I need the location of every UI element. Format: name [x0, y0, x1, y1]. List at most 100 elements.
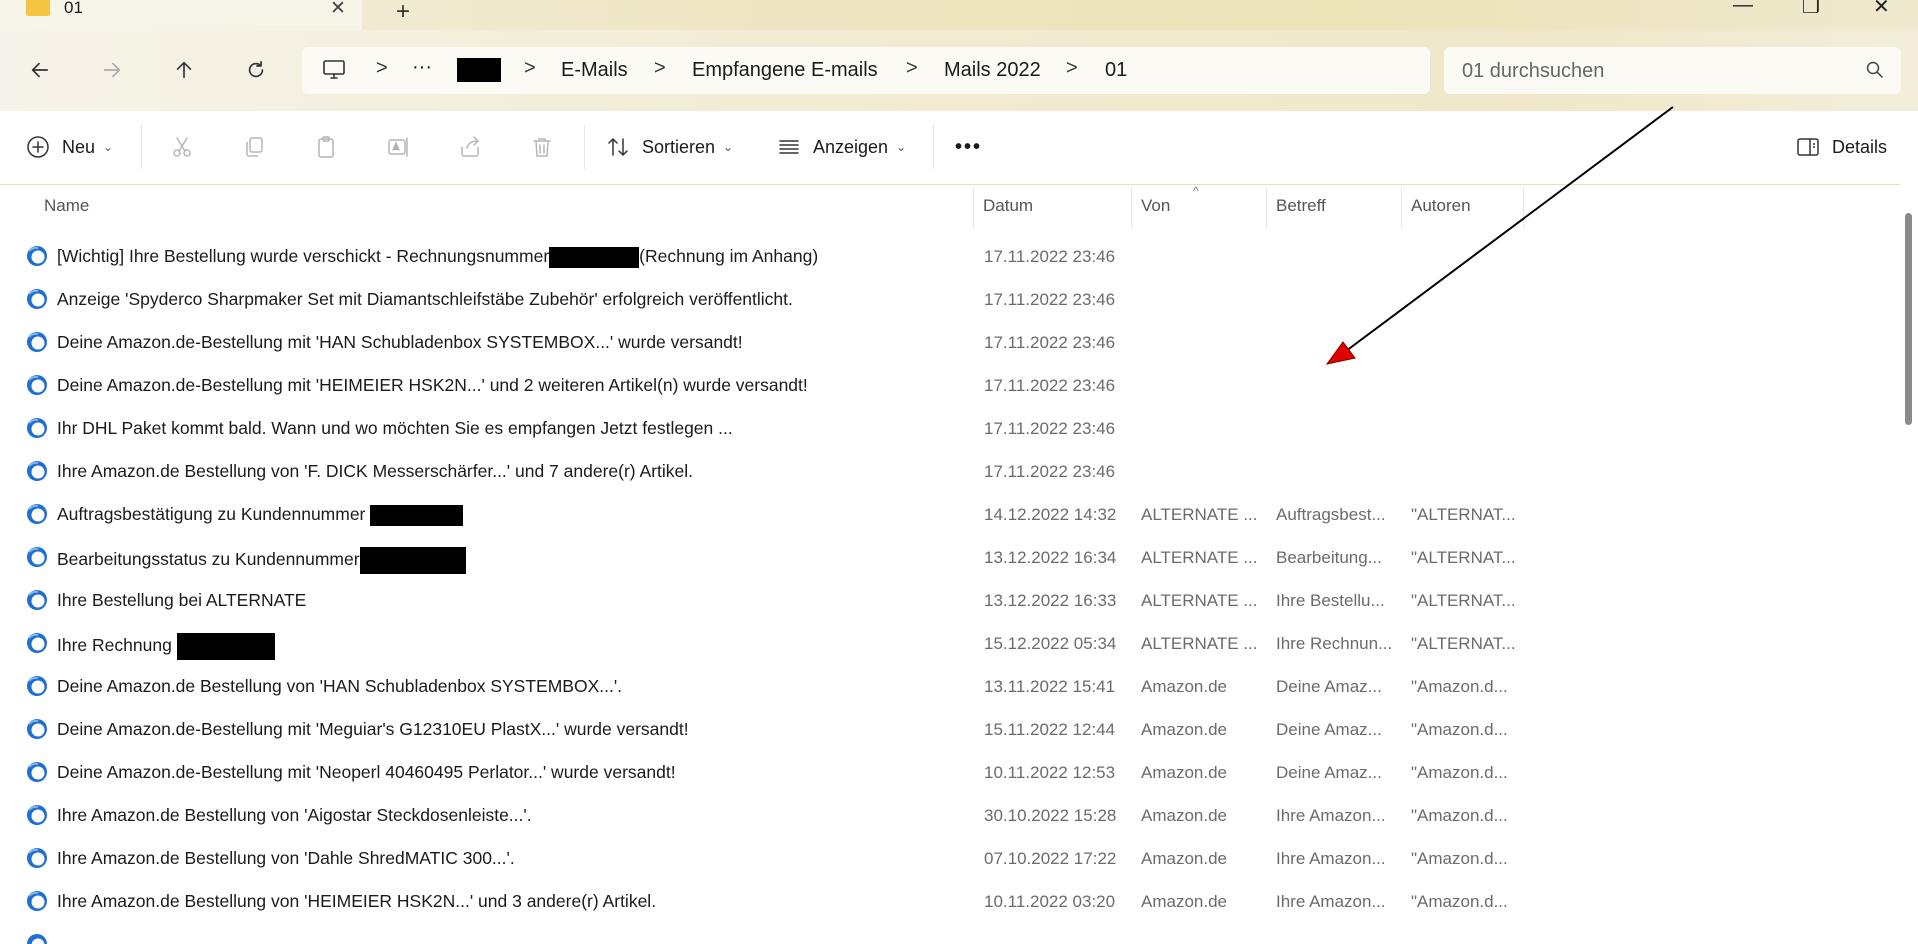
column-divider[interactable] [1131, 188, 1132, 228]
back-button[interactable] [22, 52, 58, 88]
from-cell: ALTERNATE ... [1141, 591, 1258, 611]
breadcrumb-ellipsis[interactable]: ··· [412, 56, 432, 79]
from-cell: Amazon.de [1141, 849, 1227, 869]
search-box[interactable] [1444, 47, 1901, 94]
scissors-icon [170, 135, 194, 159]
new-label: Neu [62, 137, 95, 158]
chevron-down-icon: ⌄ [103, 140, 113, 154]
breadcrumb-separator[interactable]: > [376, 57, 388, 80]
cut-button[interactable] [170, 129, 194, 165]
thunderbird-mail-icon [26, 890, 48, 912]
breadcrumb-separator[interactable]: > [654, 57, 666, 80]
list-item[interactable]: Ihre Rechnung 15.12.2022 05:34 ALTERNATE… [0, 623, 1900, 666]
list-item[interactable]: Deine Amazon.de Bestellung von 'HAN Schu… [0, 666, 1900, 709]
search-icon[interactable] [1865, 60, 1885, 80]
sort-label: Sortieren [642, 137, 715, 158]
new-tab-button[interactable]: + [396, 0, 410, 26]
list-item[interactable]: Ihre Amazon.de Bestellung von 'Dahle Shr… [0, 838, 1900, 881]
file-name: Ihre Amazon.de Bestellung von 'Dahle Shr… [57, 848, 515, 869]
from-cell: Amazon.de [1141, 763, 1227, 783]
date-cell: 10.11.2022 12:53 [984, 763, 1115, 783]
refresh-button[interactable] [238, 52, 274, 88]
from-cell: ALTERNATE ... [1141, 505, 1258, 525]
breadcrumb-empfangene[interactable]: Empfangene E-mails [692, 59, 878, 82]
new-button[interactable]: Neu ⌄ [26, 129, 113, 165]
list-item[interactable]: Anzeige 'Spyderco Sharpmaker Set mit Dia… [0, 279, 1900, 322]
list-item[interactable]: Ihre Amazon.de Bestellung von 'HEIMEIER … [0, 881, 1900, 924]
delete-button[interactable] [530, 129, 554, 165]
list-item[interactable]: [Wichtig] Ihre Bestellung wurde verschic… [0, 236, 1900, 279]
authors-cell: "ALTERNAT... [1411, 591, 1516, 611]
list-item[interactable]: Bearbeitungsstatus zu Kundennummer 13.12… [0, 537, 1900, 580]
file-name: Deine Amazon.de Bestellung von 'HAN Schu… [57, 676, 622, 697]
column-divider[interactable] [1523, 188, 1524, 228]
column-divider[interactable] [1401, 188, 1402, 228]
scrollbar-thumb[interactable] [1905, 213, 1912, 425]
forward-button[interactable] [94, 52, 130, 88]
subject-cell: Ihre Amazon... [1276, 849, 1386, 869]
column-header-row: Name Datum ^ Von Betreff Autoren [0, 184, 1900, 228]
tab-close-button[interactable]: ✕ [330, 0, 346, 20]
details-pane-icon [1796, 135, 1820, 159]
column-header-authors[interactable]: Autoren [1411, 196, 1471, 216]
file-list: [Wichtig] Ihre Bestellung wurde verschic… [0, 236, 1900, 944]
file-name: Deine Amazon.de-Bestellung mit 'Meguiar'… [57, 719, 689, 740]
subject-cell: Deine Amaz... [1276, 677, 1382, 697]
list-item[interactable]: Deine Amazon.de-Bestellung mit 'HAN Schu… [0, 322, 1900, 365]
thunderbird-mail-icon [26, 331, 48, 353]
divider [141, 125, 142, 169]
clipboard-icon [314, 135, 338, 159]
authors-cell: "ALTERNAT... [1411, 634, 1516, 654]
address-bar[interactable]: > ··· > E-Mails > Empfangene E-mails > M… [302, 47, 1430, 94]
list-item[interactable]: Auftragsbestätigung zu Kundennummer 14.1… [0, 494, 1900, 537]
list-item[interactable]: Deine Amazon.de-Bestellung mit 'HEIMEIER… [0, 365, 1900, 408]
list-item[interactable]: Deine Amazon.de-Bestellung mit 'Neoperl … [0, 752, 1900, 795]
column-header-from[interactable]: Von [1141, 196, 1170, 216]
thunderbird-mail-icon [26, 632, 48, 654]
copy-button[interactable] [242, 129, 266, 165]
list-item-partial[interactable] [0, 924, 1900, 944]
sort-button[interactable]: Sortieren ⌄ [606, 129, 733, 165]
column-divider[interactable] [1266, 188, 1267, 228]
breadcrumb-separator[interactable]: > [906, 57, 918, 80]
breadcrumb-emails[interactable]: E-Mails [561, 59, 628, 82]
details-button[interactable]: Details [1796, 129, 1887, 165]
more-options-button[interactable]: ••• [955, 129, 982, 165]
list-item[interactable]: Ihre Bestellung bei ALTERNATE 13.12.2022… [0, 580, 1900, 623]
sort-ascending-icon: ^ [1193, 184, 1199, 198]
view-button[interactable]: Anzeigen ⌄ [777, 129, 906, 165]
file-name: Anzeige 'Spyderco Sharpmaker Set mit Dia… [57, 289, 793, 310]
from-cell: ALTERNATE ... [1141, 548, 1258, 568]
breadcrumb-separator[interactable]: > [524, 57, 536, 80]
minimize-button[interactable]: — [1733, 0, 1753, 17]
list-item[interactable]: Ihre Amazon.de Bestellung von 'F. DICK M… [0, 451, 1900, 494]
thunderbird-mail-icon [26, 374, 48, 396]
list-item[interactable]: Ihr DHL Paket kommt bald. Wann und wo mö… [0, 408, 1900, 451]
share-icon [458, 135, 482, 159]
list-item[interactable]: Deine Amazon.de-Bestellung mit 'Meguiar'… [0, 709, 1900, 752]
breadcrumb-mails-2022[interactable]: Mails 2022 [944, 59, 1041, 82]
view-label: Anzeigen [813, 137, 888, 158]
breadcrumb-current-folder[interactable]: 01 [1105, 59, 1127, 82]
column-header-date[interactable]: Datum [983, 196, 1033, 216]
restore-button[interactable]: ❐ [1802, 0, 1820, 19]
up-button[interactable] [166, 52, 202, 88]
column-header-subject[interactable]: Betreff [1276, 196, 1326, 216]
breadcrumb-separator[interactable]: > [1066, 57, 1078, 80]
date-cell: 15.11.2022 12:44 [984, 720, 1115, 740]
rename-button[interactable] [386, 129, 410, 165]
column-header-name[interactable]: Name [44, 196, 89, 216]
paste-button[interactable] [314, 129, 338, 165]
tab-active[interactable]: 01 ✕ [0, 0, 362, 30]
list-item[interactable]: Ihre Amazon.de Bestellung von 'Aigostar … [0, 795, 1900, 838]
file-name: Deine Amazon.de-Bestellung mit 'HAN Schu… [57, 332, 743, 353]
column-divider[interactable] [973, 188, 974, 228]
search-input[interactable] [1460, 57, 1844, 85]
monitor-icon[interactable] [322, 59, 346, 81]
share-button[interactable] [458, 129, 482, 165]
arrow-right-icon [101, 59, 123, 81]
window-close-button[interactable]: ✕ [1873, 0, 1890, 19]
title-bar: 01 ✕ + — ❐ ✕ [0, 0, 1918, 30]
redacted-text [177, 633, 275, 660]
chevron-down-icon: ⌄ [896, 140, 906, 154]
